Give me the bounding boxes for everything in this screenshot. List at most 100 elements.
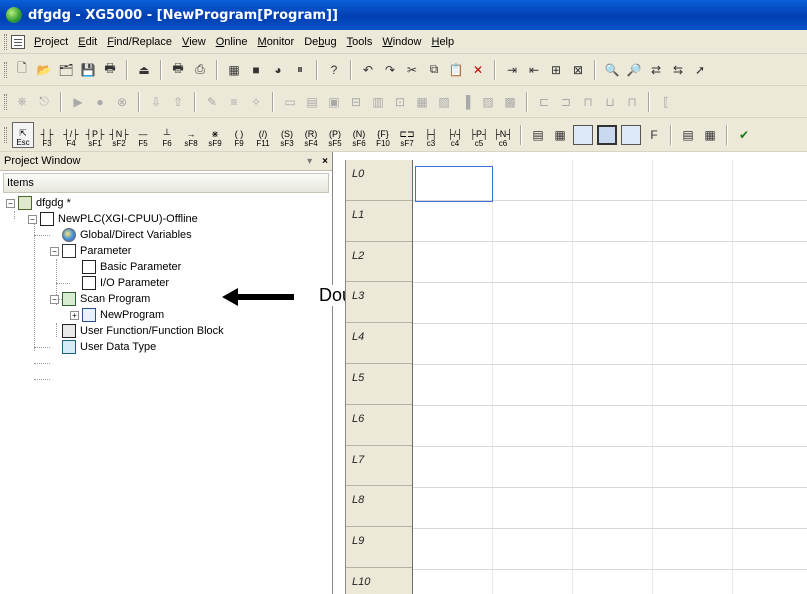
coil-button[interactable]: ( ) F9	[228, 122, 250, 148]
device-view-button[interactable]	[621, 124, 641, 145]
collapse-icon[interactable]: −	[6, 198, 15, 208]
tool-icon[interactable]: ✧	[247, 93, 265, 111]
io-out-icon[interactable]: ⊐	[557, 93, 575, 111]
invert-button[interactable]: ⋇ sF9	[204, 122, 226, 148]
label-icon[interactable]: ▦	[551, 126, 569, 144]
print-preview-icon[interactable]: 🖶	[169, 61, 187, 79]
set-coil-button[interactable]: (S) sF3	[276, 122, 298, 148]
positive-coil-button[interactable]: (P) sF5	[324, 122, 346, 148]
variable-view-button[interactable]	[597, 124, 617, 145]
monitor-icon[interactable]: ▦	[225, 61, 243, 79]
insert-cell-icon[interactable]: ⊞	[547, 61, 565, 79]
connect-icon[interactable]: ⎈	[13, 93, 31, 111]
menu-monitor[interactable]: Monitor	[253, 36, 300, 48]
cut-icon[interactable]: ✂	[403, 61, 421, 79]
view-io-icon[interactable]: ▭	[281, 93, 299, 111]
menu-window[interactable]: Window	[377, 36, 426, 48]
replace-icon[interactable]: ⇄	[647, 61, 665, 79]
io-reset-icon[interactable]: ⊔	[601, 93, 619, 111]
undo-icon[interactable]: ↶	[359, 61, 377, 79]
select-mode-button[interactable]: ⇱ Esc	[12, 121, 34, 148]
menu-edit[interactable]: Edit	[73, 36, 102, 48]
view-bars-icon[interactable]: ▐	[457, 93, 475, 111]
normal-open-contact-button[interactable]: ┤├ F3	[36, 122, 58, 148]
print-setup-icon[interactable]: ⎙	[191, 61, 209, 79]
menu-online[interactable]: Online	[211, 36, 253, 48]
pin-dropdown-icon[interactable]: ▾	[307, 156, 312, 167]
menu-project[interactable]: Project	[29, 36, 73, 48]
delete-cell-icon[interactable]: ⊠	[569, 61, 587, 79]
stop-icon[interactable]: ●	[91, 93, 109, 111]
tree-node-project[interactable]: − dfgdg *	[6, 195, 332, 211]
redo-icon[interactable]: ↷	[381, 61, 399, 79]
function-button[interactable]: {F} F10	[372, 122, 394, 148]
view-devices-icon[interactable]: ▣	[325, 93, 343, 111]
negated-coil-button[interactable]: (/) F11	[252, 122, 274, 148]
vertical-line-button[interactable]: ┴ F6	[156, 122, 178, 148]
ladder-view-button[interactable]	[573, 124, 593, 145]
ladder-editor[interactable]: L0 L1 L2 L3 L4 L5 L6 L7 L8 L9 L10	[345, 160, 807, 594]
negative-transition-contact-button[interactable]: ┤N├ sF2	[108, 122, 130, 148]
rung-label[interactable]: L7	[346, 446, 412, 487]
compile-icon[interactable]: ✎	[203, 93, 221, 111]
view-trend-icon[interactable]: ▥	[369, 93, 387, 111]
rung-label[interactable]: L8	[346, 486, 412, 528]
positive-transition-contact-button[interactable]: ┤P├ sF1	[84, 122, 106, 148]
replace-all-icon[interactable]: ⇆	[669, 61, 687, 79]
rung-label[interactable]: L6	[346, 405, 412, 446]
run-icon[interactable]: ▶	[69, 93, 87, 111]
rung-label[interactable]: L9	[346, 527, 412, 568]
arrow-connect-button[interactable]: → sF8	[180, 122, 202, 148]
menu-find-replace[interactable]: Find/Replace	[102, 36, 177, 48]
collapse-icon[interactable]: −	[50, 246, 59, 256]
grid-view-icon[interactable]: ▦	[701, 126, 719, 144]
contact-c5-button[interactable]: ├P┤ c5	[468, 122, 490, 148]
normal-close-contact-button[interactable]: ┤/├ F4	[60, 122, 82, 148]
view-net-icon[interactable]: ⊟	[347, 93, 365, 111]
open-project-icon[interactable]: 🗂	[57, 61, 75, 79]
view-graph-icon[interactable]: ▦	[413, 93, 431, 111]
expand-icon[interactable]: +	[70, 310, 79, 320]
paste-icon[interactable]: 📋	[447, 61, 465, 79]
rung-label[interactable]: L4	[346, 323, 412, 364]
contact-c3-button[interactable]: ├┤ c3	[420, 122, 442, 148]
function-block-button[interactable]: ⊏⊐ sF7	[396, 122, 418, 148]
menu-tools[interactable]: Tools	[342, 36, 378, 48]
tree-node-plc[interactable]: − NewPLC(XGI-CPUU)-Offline	[6, 211, 332, 227]
flag-icon[interactable]: F	[645, 126, 663, 144]
menubar-grip[interactable]	[4, 33, 7, 50]
view-chart-icon[interactable]: ▧	[435, 93, 453, 111]
comment-icon[interactable]: ▤	[529, 126, 547, 144]
menu-view[interactable]: View	[177, 36, 211, 48]
tree-node-global-variables[interactable]: Global/Direct Variables	[6, 227, 332, 243]
close-icon[interactable]: ×	[322, 156, 328, 167]
pause-icon[interactable]: ⏸	[291, 61, 309, 79]
help-icon[interactable]: ?	[325, 61, 343, 79]
rung-label[interactable]: L0	[346, 160, 412, 201]
compare-icon[interactable]: ≡	[225, 93, 243, 111]
view-panel-icon[interactable]: ▩	[501, 93, 519, 111]
rung-label[interactable]: L3	[346, 282, 412, 324]
rung-label[interactable]: L10	[346, 568, 412, 594]
io-step-icon[interactable]: ⊓	[623, 93, 641, 111]
view-window-icon[interactable]: ▨	[479, 93, 497, 111]
copy-icon[interactable]: ⧉	[425, 61, 443, 79]
stop-monitor-icon[interactable]: ■	[247, 61, 265, 79]
collapse-icon[interactable]: −	[50, 294, 59, 304]
contact-c4-button[interactable]: ├/┤ c4	[444, 122, 466, 148]
tree-node-user-function-block[interactable]: User Function/Function Block	[6, 323, 332, 339]
horizontal-line-button[interactable]: — F5	[132, 122, 154, 148]
delete-icon[interactable]: ✕	[469, 61, 487, 79]
open-folder-icon[interactable]: 📂	[35, 61, 53, 79]
list-view-icon[interactable]: ▤	[679, 126, 697, 144]
menu-debug[interactable]: Debug	[299, 36, 341, 48]
tree-node-parameter[interactable]: − Parameter	[6, 243, 332, 259]
delete-line-icon[interactable]: ⇤	[525, 61, 543, 79]
save-icon[interactable]: 💾	[79, 61, 97, 79]
ladder-grid[interactable]	[413, 160, 807, 594]
bit-icon[interactable]: ⟦	[657, 93, 675, 111]
rung-label[interactable]: L1	[346, 201, 412, 242]
reset-coil-button[interactable]: (R) sF4	[300, 122, 322, 148]
menu-help[interactable]: Help	[426, 36, 459, 48]
reset-icon[interactable]: ⊗	[113, 93, 131, 111]
